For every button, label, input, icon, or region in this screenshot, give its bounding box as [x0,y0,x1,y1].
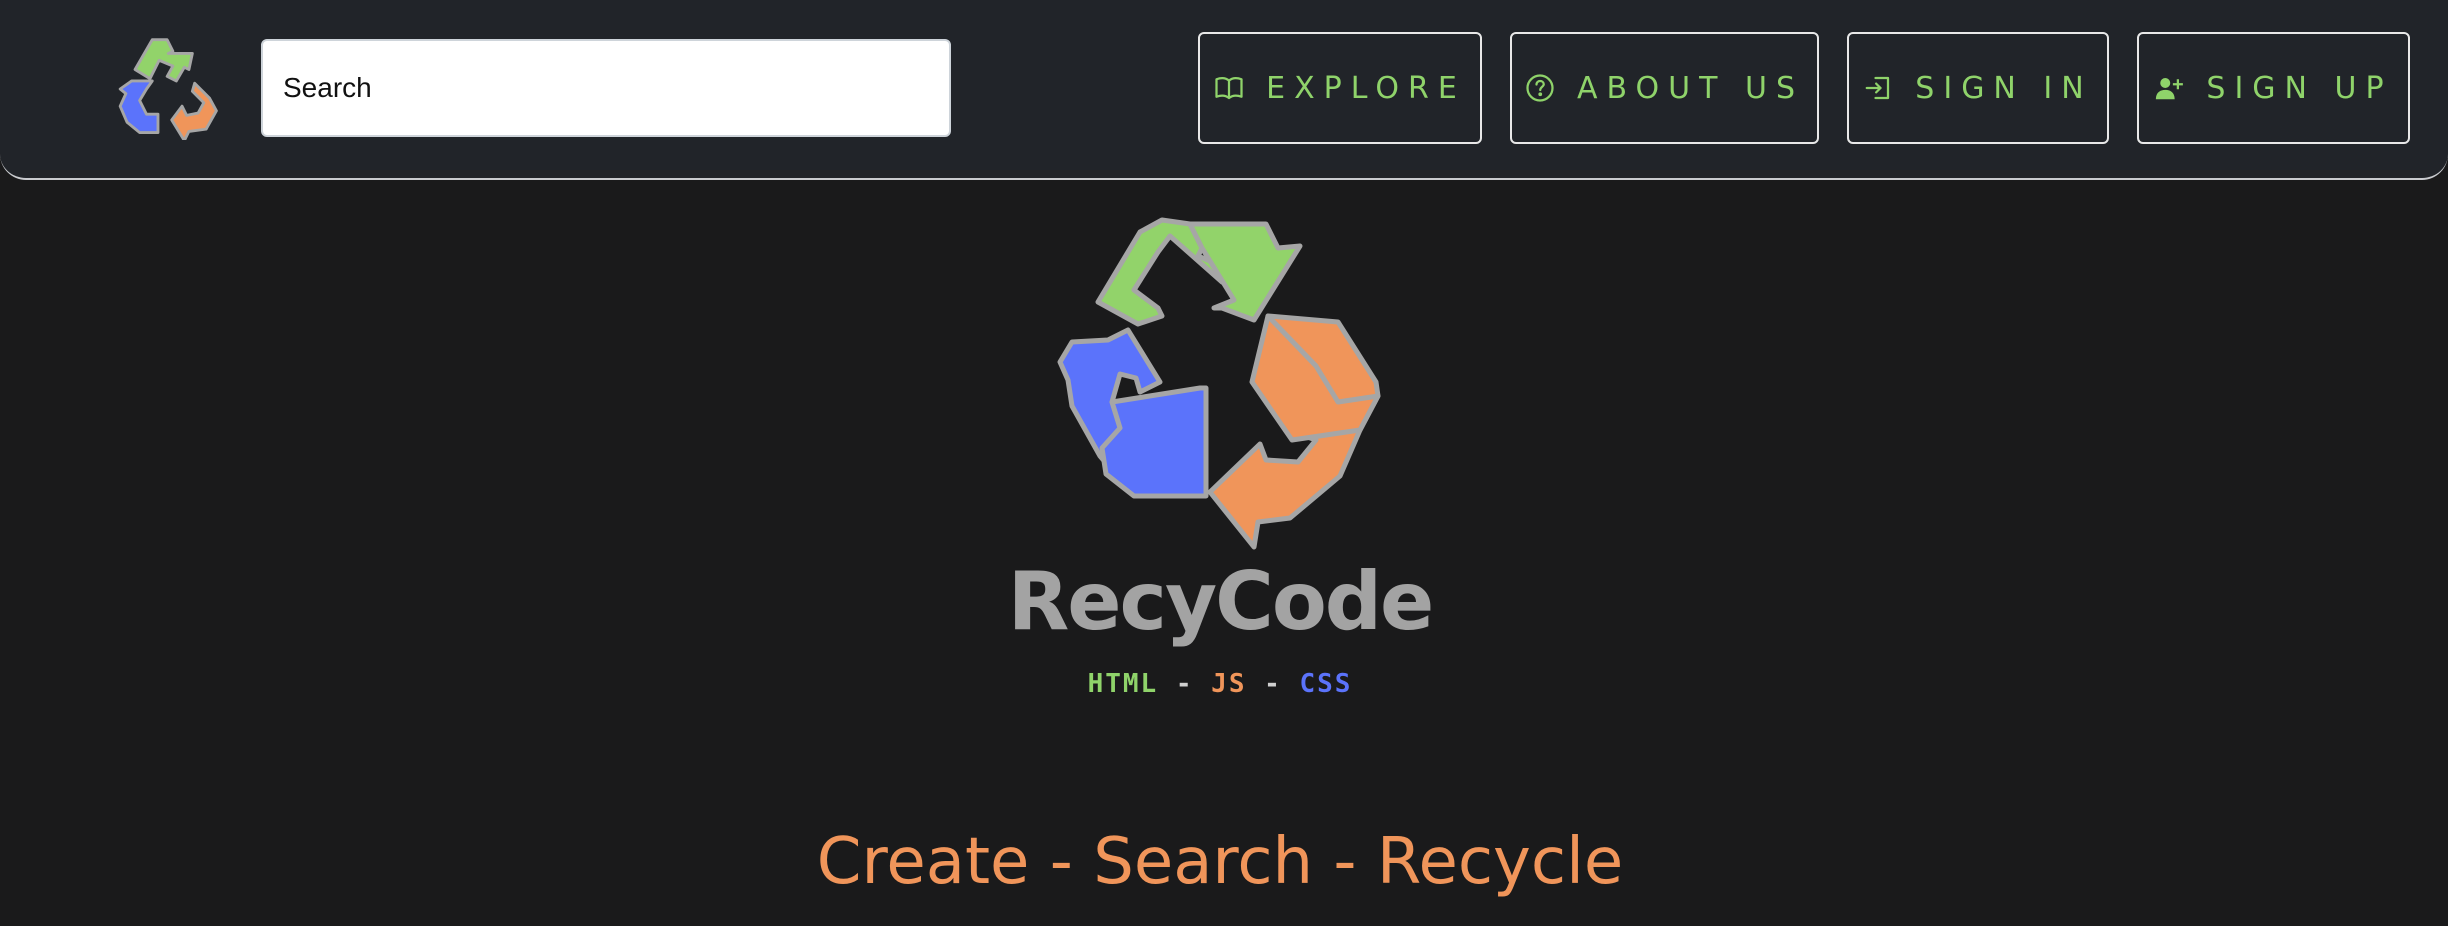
recycle-logo-icon[interactable] [108,34,224,140]
book-icon [1215,77,1243,100]
search-input[interactable] [261,39,951,137]
brand-wordmark: RecyCode [1007,555,1435,648]
language-list: HTML - JS - CSS [1020,668,1420,700]
sign-in-button[interactable]: SIGN IN [1847,32,2109,144]
lang-separator: - [1158,669,1212,699]
lang-separator: - [1246,669,1300,699]
sign-up-button[interactable]: SIGN UP [2137,32,2410,144]
sign-up-label: SIGN UP [2206,70,2393,106]
about-us-button[interactable]: ABOUT US [1510,32,1819,144]
lang-css: CSS [1299,669,1353,699]
about-us-label: ABOUT US [1576,70,1804,106]
question-circle-icon [1526,74,1554,102]
sign-in-icon [1865,76,1890,100]
navbar: EXPLORE ABOUT US SIGN IN SIGN UP [0,0,2448,180]
explore-button[interactable]: EXPLORE [1198,32,1482,144]
sign-in-label: SIGN IN [1915,70,2093,106]
explore-label: EXPLORE [1266,70,1466,106]
lang-js: JS [1211,669,1247,699]
tagline: Create - Search - Recycle [816,825,1624,899]
person-plus-icon [2156,78,2184,100]
recycle-logo-icon [1057,217,1381,550]
lang-html: HTML [1087,669,1159,699]
